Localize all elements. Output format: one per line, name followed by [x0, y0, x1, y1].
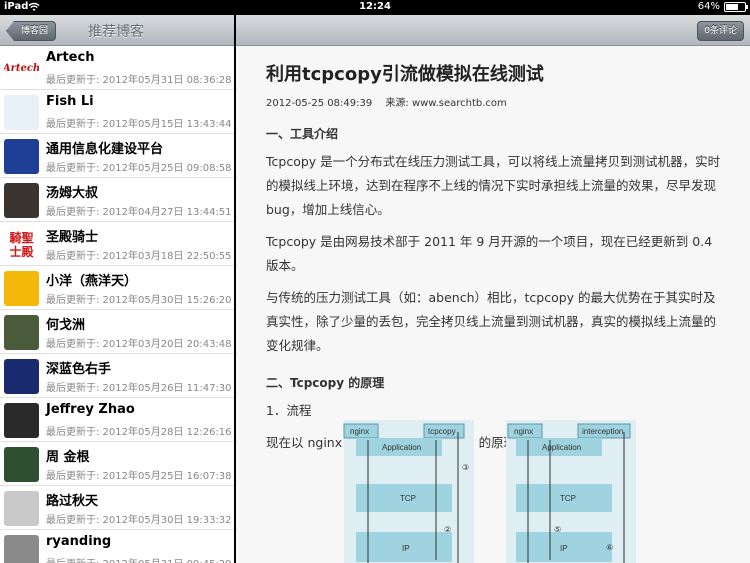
left-nav-bar: 博客园 推荐博客: [0, 15, 234, 46]
diagram-interception-box: interception: [582, 427, 623, 436]
blog-list-item[interactable]: Fish Li 最后更新于: 2012年05月15日 13:43:44: [0, 90, 234, 134]
diagram-ip-left: IP: [402, 544, 410, 553]
blog-list-item[interactable]: 何戈洲最后更新于: 2012年03月20日 20:43:48: [0, 310, 234, 354]
blog-list-item[interactable]: ryanding 最后更新于: 2012年05月31日 09:45:29: [0, 530, 234, 563]
diagram-left: nginx tcpcopy Application TCP IP ③ ②: [343, 420, 474, 563]
diagram-app-right: Application: [542, 443, 581, 452]
blog-updated-time: 最后更新于: 2012年04月27日 13:44:51: [46, 207, 232, 218]
diagram-tcpcopy-box: tcpcopy: [428, 427, 456, 436]
battery-percent: 64%: [697, 1, 720, 12]
blog-list-item[interactable]: 路过秋天最后更新于: 2012年05月30日 19:33:32: [0, 486, 234, 530]
blog-name: 汤姆大叔: [46, 186, 99, 201]
avatar: [4, 359, 39, 394]
battery-icon: [724, 1, 748, 12]
section-heading: 一、工具介绍: [266, 127, 339, 141]
blog-name: Jeffrey Zhao: [46, 402, 135, 417]
blog-name: 小洋（燕洋天）: [46, 274, 138, 289]
blog-list-item[interactable]: 通用信息化建设平台最后更新于: 2012年05月25日 09:08:58: [0, 134, 234, 178]
blog-updated-time: 最后更新于: 2012年05月28日 12:26:16: [46, 427, 232, 438]
paragraph: 与传统的压力测试工具（如：abench）相比，tcpcopy 的最大优势在于其实…: [266, 290, 717, 353]
blog-list-item[interactable]: 騎聖 士殿 圣殿骑士最后更新于: 2012年03月18日 22:50:55: [0, 222, 234, 266]
blog-list-item[interactable]: 深蓝色右手最后更新于: 2012年05月26日 11:47:30: [0, 354, 234, 398]
blog-list: Artech Artech 最后更新于: 2012年05月31日 08:36:28 F…: [0, 46, 234, 563]
blog-name: 路过秋天: [46, 494, 99, 509]
right-nav-bar: 0条评论: [236, 15, 750, 46]
article-pane: 0条评论 利用tcpcopy引流做模拟在线测试 2012-05-25 08:49…: [236, 15, 750, 563]
blog-list-item[interactable]: Jeffrey Zhao 最后更新于: 2012年05月28日 12:26:16: [0, 398, 234, 442]
blog-updated-time: 最后更新于: 2012年05月25日 16:07:38: [46, 471, 232, 482]
diagram-nginx-right: nginx: [514, 427, 533, 436]
blog-name: 通用信息化建设平台: [46, 142, 164, 157]
blog-name: 圣殿骑士: [46, 230, 99, 245]
tcpcopy-diagram: nginx tcpcopy Application TCP IP ③ ② ngi…: [343, 420, 636, 563]
diagram-tcp-left: TCP: [400, 494, 416, 503]
article-body: 利用tcpcopy引流做模拟在线测试 2012-05-25 08:49:39 来…: [236, 60, 750, 455]
blog-list-item[interactable]: Artech Artech 最后更新于: 2012年05月31日 08:36:28: [0, 46, 234, 90]
blog-list-item[interactable]: 周 金根最后更新于: 2012年05月25日 16:07:38: [0, 442, 234, 486]
status-bar: iPad 12:24 64%: [0, 0, 750, 15]
paragraph: Tcpcopy 是一个分布式在线压力测试工具，可以将线上流量拷贝到测试机器，实时…: [266, 154, 721, 217]
avatar: [4, 315, 39, 350]
diagram-step-6: ⑥: [606, 543, 613, 552]
blog-list-item[interactable]: 小洋（燕洋天） 最后更新于: 2012年05月30日 15:26:20: [0, 266, 234, 310]
clock: 12:24: [359, 1, 391, 12]
blog-updated-time: 最后更新于: 2012年05月31日 08:36:28: [46, 75, 232, 86]
blog-updated-time: 最后更新于: 2012年05月25日 09:08:58: [46, 163, 232, 174]
diagram-tcp-right: TCP: [560, 494, 576, 503]
section-heading: 二、Tcpcopy 的原理: [266, 376, 385, 390]
comments-button[interactable]: 0条评论: [697, 21, 744, 41]
avatar: [4, 447, 39, 482]
blog-updated-time: 最后更新于: 2012年03月18日 22:50:55: [46, 251, 232, 262]
blog-updated-time: 最后更新于: 2012年05月30日 15:26:20: [46, 295, 232, 306]
avatar: [4, 183, 39, 218]
blog-list-item[interactable]: 汤姆大叔最后更新于: 2012年04月27日 13:44:51: [0, 178, 234, 222]
left-nav-title: 推荐博客: [88, 24, 144, 40]
article-title: 利用tcpcopy引流做模拟在线测试: [266, 64, 544, 85]
blog-updated-time: 最后更新于: 2012年05月26日 11:47:30: [46, 383, 232, 394]
blog-list-pane: 博客园 推荐博客 Artech Artech 最后更新于: 2012年05月31日 …: [0, 15, 234, 563]
diagram-step-5: ⑤: [554, 525, 561, 534]
diagram-right: nginx interception Application TCP IP ⑤ …: [506, 420, 636, 563]
blog-name: ryanding: [46, 534, 112, 549]
avatar: [4, 491, 39, 526]
avatar: [4, 139, 39, 174]
paragraph: Tcpcopy 是由网易技术部于 2011 年 9 月开源的一个项目，现在已经更…: [266, 234, 713, 273]
diagram-app-left: Application: [382, 443, 421, 452]
blog-name: Fish Li: [46, 94, 94, 109]
avatar: [4, 271, 39, 306]
avatar: [4, 403, 39, 438]
blog-updated-time: 最后更新于: 2012年05月31日 09:45:29: [46, 555, 232, 563]
article-source: 来源: www.searchtb.com: [385, 98, 507, 109]
article-meta: 2012-05-25 08:49:39 来源: www.searchtb.com: [266, 94, 722, 109]
blog-name: Artech: [46, 50, 95, 65]
diagram-step-2: ②: [444, 525, 451, 534]
avatar: 騎聖 士殿: [4, 227, 39, 262]
diagram-nginx-left: nginx: [350, 427, 369, 436]
diagram-step-3: ③: [462, 463, 469, 472]
blog-name: 深蓝色右手: [46, 362, 112, 377]
blog-updated-time: 最后更新于: 2012年05月30日 19:33:32: [46, 515, 232, 526]
blog-updated-time: 最后更新于: 2012年03月20日 20:43:48: [46, 339, 232, 350]
avatar: [4, 95, 39, 130]
blog-name: 周 金根: [46, 450, 90, 465]
back-button[interactable]: 博客园: [6, 21, 57, 41]
article-date: 2012-05-25 08:49:39: [266, 98, 373, 109]
diagram-ip-right: IP: [560, 544, 568, 553]
blog-name: 何戈洲: [46, 318, 86, 333]
avatar: [4, 535, 39, 563]
avatar: Artech: [4, 51, 39, 86]
blog-updated-time: 最后更新于: 2012年05月15日 13:43:44: [46, 119, 232, 130]
